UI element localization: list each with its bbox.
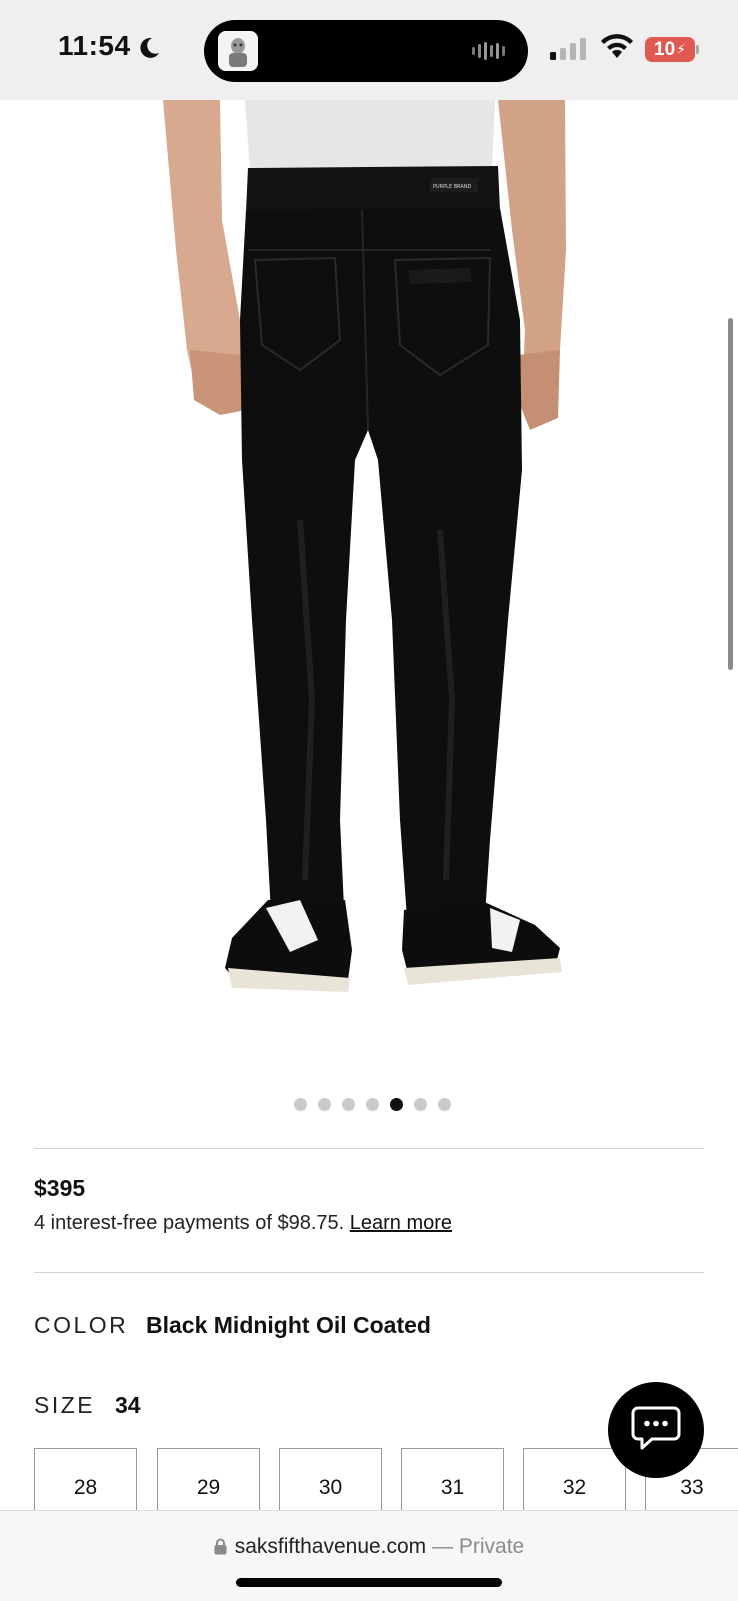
wifi-icon bbox=[600, 34, 634, 65]
product-image[interactable]: PURPLE BRAND bbox=[0, 100, 738, 1060]
url-display[interactable]: saksfifthavenue.com — Private bbox=[0, 1535, 738, 1561]
carousel-dot[interactable] bbox=[437, 1098, 451, 1111]
carousel-dots[interactable] bbox=[0, 1098, 738, 1114]
url-separator: — bbox=[432, 1535, 454, 1558]
carousel-dot[interactable] bbox=[293, 1098, 307, 1111]
size-label: SIZE bbox=[34, 1392, 96, 1418]
learn-more-link[interactable]: Learn more bbox=[350, 1212, 452, 1234]
color-label: COLOR bbox=[34, 1312, 129, 1338]
scroll-indicator[interactable] bbox=[728, 318, 733, 670]
moon-icon bbox=[138, 36, 160, 65]
color-value: Black Midnight Oil Coated bbox=[146, 1312, 431, 1338]
dynamic-island[interactable] bbox=[204, 20, 528, 82]
chat-button[interactable] bbox=[608, 1382, 704, 1478]
svg-text:PURPLE BRAND: PURPLE BRAND bbox=[433, 184, 472, 190]
product-price: $395 bbox=[34, 1175, 86, 1201]
divider bbox=[34, 1272, 704, 1273]
status-bar: 11:54 10 ⚡ bbox=[0, 0, 738, 100]
size-value: 34 bbox=[115, 1392, 141, 1418]
installments-text: 4 interest-free payments of $98.75. bbox=[34, 1212, 345, 1234]
private-mode-label: Private bbox=[458, 1535, 525, 1558]
divider bbox=[34, 1148, 704, 1149]
signal-icon bbox=[550, 38, 588, 65]
carousel-dot[interactable] bbox=[389, 1098, 403, 1111]
waveform-icon bbox=[472, 41, 510, 66]
clock: 11:54 bbox=[58, 30, 131, 61]
carousel-dot[interactable] bbox=[317, 1098, 331, 1111]
home-indicator[interactable] bbox=[236, 1578, 502, 1587]
now-playing-thumbnail bbox=[218, 31, 258, 71]
carousel-dot[interactable] bbox=[341, 1098, 355, 1111]
carousel-dot[interactable] bbox=[365, 1098, 379, 1111]
url-domain: saksfifthavenue.com bbox=[234, 1535, 427, 1558]
browser-address-bar[interactable]: saksfifthavenue.com — Private bbox=[0, 1510, 738, 1601]
battery-tip bbox=[696, 45, 699, 54]
carousel-dot[interactable] bbox=[413, 1098, 427, 1111]
battery-charging-icon: 10 ⚡ bbox=[645, 37, 695, 62]
chat-bubble-icon bbox=[630, 1404, 682, 1457]
battery-level: 10 bbox=[654, 38, 676, 60]
lock-icon bbox=[214, 1537, 227, 1561]
installments-info: 4 interest-free payments of $98.75. Lear… bbox=[34, 1212, 452, 1235]
